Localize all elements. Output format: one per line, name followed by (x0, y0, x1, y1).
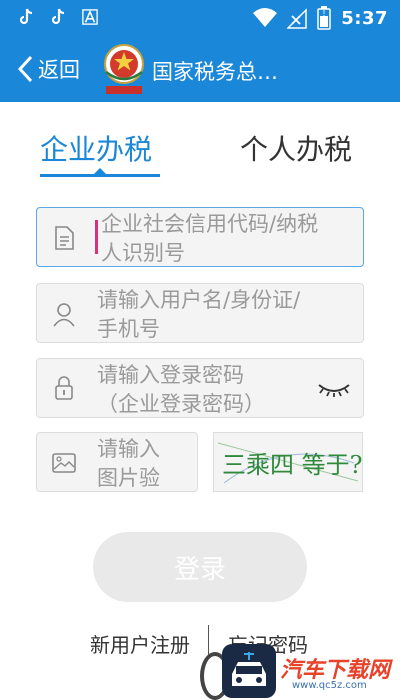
image-icon (52, 453, 76, 473)
username-input[interactable]: 请输入用户名/身份证/ 手机号 (36, 283, 364, 343)
username-placeholder: 请输入用户名/身份证/ 手机号 (97, 288, 301, 341)
status-time: 5:37 (341, 7, 388, 29)
password-placeholder: 请输入登录密码 （企业登录密码） (97, 363, 265, 416)
tiktok-icon (51, 8, 65, 25)
credit-code-input[interactable]: 企业社会信用代码/纳税 人识别号 (36, 207, 364, 267)
status-notification-icons (18, 8, 98, 26)
watermark-url: www.qc5z.com (292, 680, 367, 691)
svg-text:!: ! (323, 9, 326, 18)
password-input[interactable]: 请输入登录密码 （企业登录密码） (36, 358, 364, 418)
chevron-left-icon (17, 55, 33, 83)
status-system-icons: ! 5:37 (253, 6, 388, 30)
status-bar: ! 5:37 (0, 0, 400, 36)
tax-emblem-logo (104, 44, 144, 94)
eye-closed-icon[interactable] (317, 381, 351, 397)
signal-icon (287, 8, 307, 29)
title-bar: 返回 国家税务总… (0, 36, 400, 102)
back-label: 返回 (38, 58, 80, 82)
app-title: 国家税务总… (152, 60, 278, 84)
a-icon (82, 9, 98, 25)
site-watermark: 汽车下载网 www.qc5z.com (200, 640, 400, 700)
captcha-placeholder: 请输入 图片验 (97, 437, 160, 490)
tab-personal[interactable]: 个人办税 (240, 128, 352, 168)
captcha-image[interactable]: 三乘四 等于? (213, 432, 363, 492)
tab-enterprise[interactable]: 企业办税 (40, 128, 152, 168)
battery-icon: ! (317, 6, 331, 30)
active-tab-indicator (40, 174, 160, 177)
back-button[interactable]: 返回 (16, 49, 80, 89)
active-tab-caret (94, 168, 106, 174)
captcha-text: 三乘四 等于? (222, 451, 362, 479)
captcha-input[interactable]: 请输入 图片验 (36, 432, 198, 492)
car-logo-icon (222, 644, 276, 698)
tiktok-icon (19, 8, 33, 25)
captcha-graphic: 三乘四 等于? (217, 442, 363, 484)
lock-icon (55, 376, 73, 400)
wifi-icon (253, 8, 278, 27)
credit-code-placeholder: 企业社会信用代码/纳税 人识别号 (101, 212, 319, 265)
text-cursor (95, 220, 98, 254)
user-icon (53, 303, 75, 327)
login-button[interactable]: 登录 (93, 532, 307, 602)
register-link[interactable]: 新用户注册 (90, 629, 190, 658)
document-icon (55, 226, 74, 250)
